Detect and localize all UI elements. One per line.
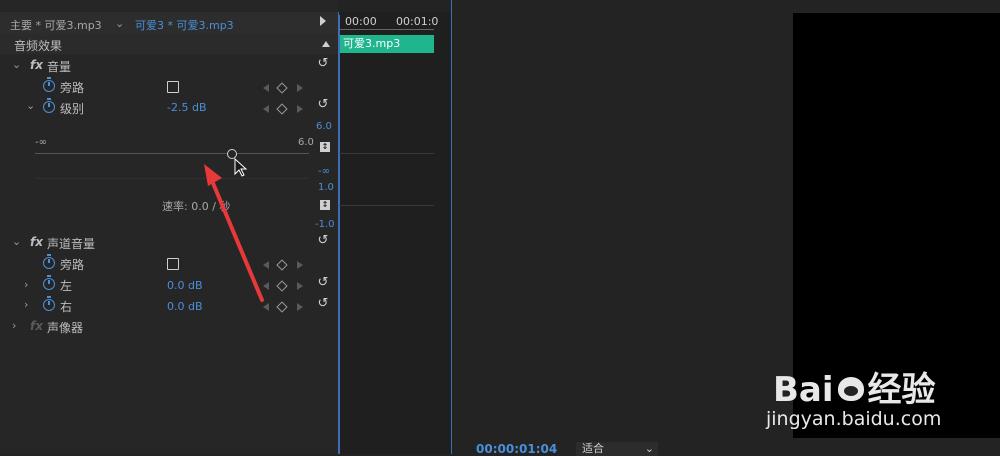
reset-icon[interactable]: ↺: [316, 276, 330, 290]
rate-graph-line: [339, 205, 434, 206]
chevron-down-icon[interactable]: ⌄: [12, 58, 21, 71]
collapse-up-icon[interactable]: [322, 41, 330, 47]
graph-expand-icon[interactable]: ↕: [320, 142, 330, 152]
volume-bypass-checkbox[interactable]: [167, 81, 179, 93]
rate-bottom-value: -1.0: [315, 219, 335, 230]
playhead[interactable]: [339, 15, 340, 454]
watermark-url: jingyan.baidu.com: [766, 408, 942, 430]
chevron-right-icon[interactable]: ›: [24, 298, 28, 311]
annotation-arrow: [204, 164, 264, 302]
stopwatch-icon[interactable]: [43, 77, 55, 92]
fit-select-value: 适合: [582, 442, 604, 455]
reset-icon[interactable]: ↺: [316, 234, 330, 248]
volume-effect-name: 音量: [47, 60, 72, 74]
fx-badge[interactable]: fx: [30, 319, 43, 333]
left-channel-label: 左: [60, 279, 73, 293]
rate-top-value: 1.0: [318, 182, 334, 193]
reset-icon[interactable]: ↺: [316, 57, 330, 71]
right-channel-value[interactable]: 0.0 dB: [167, 300, 203, 313]
slider-max-label: 6.0: [298, 137, 314, 148]
stopwatch-icon[interactable]: [43, 98, 55, 113]
graph-top-value: 6.0: [316, 121, 332, 132]
baidu-jingyan-logo: Bai 经验: [773, 370, 936, 410]
timeline-time-start: 00:00: [345, 15, 377, 28]
left-channel-value[interactable]: 0.0 dB: [167, 279, 203, 292]
channel-bypass-label: 旁路: [60, 258, 85, 272]
level-slider-track[interactable]: [35, 153, 309, 154]
timeline-ruler: [339, 29, 434, 30]
chevron-down-icon[interactable]: ⌄: [26, 99, 35, 112]
keyframe-navigator[interactable]: [263, 82, 303, 94]
chevron-down-icon[interactable]: ⌄: [12, 235, 21, 248]
stopwatch-icon[interactable]: [43, 275, 55, 290]
rate-expand-icon[interactable]: ↕: [320, 200, 330, 210]
stopwatch-icon[interactable]: [43, 296, 55, 311]
fx-badge[interactable]: fx: [30, 58, 43, 72]
level-value[interactable]: -2.5 dB: [167, 101, 207, 114]
tab-active-clip[interactable]: 可爱3 * 可爱3.mp3: [135, 17, 234, 33]
panel-tab-bar: 主要 * 可爱3.mp3 ⌄ 可爱3 * 可爱3.mp3: [0, 12, 338, 34]
timeline-time-end: 00:01:0: [396, 15, 439, 28]
audio-clip-bar[interactable]: 可爱3.mp3: [339, 35, 434, 53]
section-title: 音频效果: [14, 39, 63, 53]
fx-badge[interactable]: fx: [30, 235, 43, 249]
channel-volume-effect-name: 声道音量: [47, 237, 96, 251]
play-icon[interactable]: [320, 16, 326, 26]
right-channel-label: 右: [60, 300, 73, 314]
level-label: 级别: [60, 102, 85, 116]
volume-bypass-label: 旁路: [60, 81, 85, 95]
graph-bottom-value: -∞: [318, 166, 330, 177]
chevron-right-icon[interactable]: ›: [24, 278, 28, 291]
chevron-right-icon[interactable]: ›: [12, 319, 16, 332]
section-header: 音频效果: [0, 34, 338, 54]
slider-min-label: -∞: [35, 137, 47, 148]
tab-primary[interactable]: 主要 * 可爱3.mp3: [10, 17, 102, 33]
mouse-cursor-icon: [234, 158, 248, 177]
stopwatch-icon[interactable]: [43, 254, 55, 269]
keyframe-navigator[interactable]: [263, 103, 303, 115]
channel-bypass-checkbox[interactable]: [167, 258, 179, 270]
effect-controls-timeline[interactable]: [338, 12, 451, 454]
graph-line: [339, 153, 434, 154]
panner-effect-name: 声像器: [47, 321, 84, 335]
reset-icon[interactable]: ↺: [316, 297, 330, 311]
chevron-down-icon[interactable]: ⌄: [115, 17, 124, 30]
reset-icon[interactable]: ↺: [316, 98, 330, 112]
